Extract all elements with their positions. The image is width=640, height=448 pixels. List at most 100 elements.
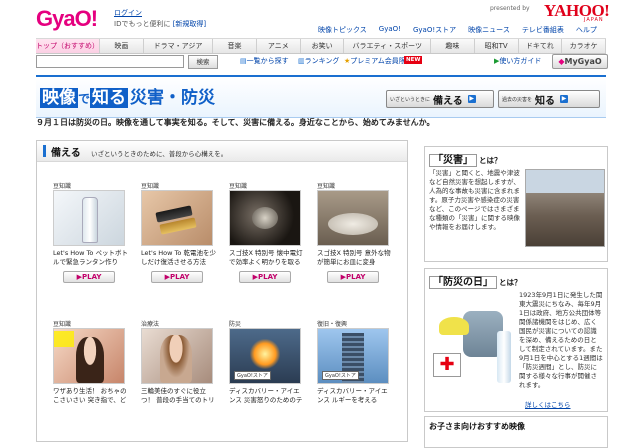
ranking-link[interactable]: ▥ランキング [298, 56, 339, 66]
ranking-icon: ▥ [298, 57, 305, 65]
list-icon: ▤ [240, 57, 247, 65]
card-title[interactable]: Let's How To 乾電池を少しだけ復活させる方法 [141, 249, 217, 267]
guide-label: 使い方ガイド [499, 57, 542, 65]
subheadline: ９月１日は防災の日。映像を通して事実を知る。そして、災害に備える。身近なことから… [36, 118, 435, 127]
play-button[interactable]: ▶PLAY [239, 271, 291, 283]
play-label: PLAY [169, 273, 190, 281]
play-button[interactable]: ▶PLAY [327, 271, 379, 283]
kids-video-title: お子さま向けおすすめ映像 [429, 422, 525, 431]
guide-link[interactable]: ▶使い方ガイド [494, 56, 541, 66]
header: GyaO! ログイン IDでもっと便利に [新規取得] presented by… [0, 0, 640, 36]
tab-variety[interactable]: バラエティ・スポーツ [344, 39, 431, 53]
video-card[interactable]: 治療法 三輪美佳のすぐに役立つ！ 普段の手当てのトリ必要はけがや改善方法 [141, 319, 217, 405]
tab-anime[interactable]: アニメ [257, 39, 301, 53]
search-button[interactable]: 検索 [188, 55, 218, 69]
disaster-day-title-main: 「防災の日」 [429, 276, 497, 289]
card-title[interactable]: ディスカバリー・アイエンス ルギーを考える [317, 387, 393, 405]
play-button[interactable]: ▶PLAY [151, 271, 203, 283]
tab-showa-tv[interactable]: 昭和TV [475, 39, 519, 53]
card-title[interactable]: ワザあり生活！ おちゃのこさいさい 突き指で、どこでも重宝 [53, 387, 129, 405]
card-thumbnail[interactable] [53, 328, 125, 384]
card-thumbnail[interactable] [229, 190, 301, 246]
person-shape [76, 337, 104, 383]
section-description: いざというときのために、普段から心構えを。 [91, 150, 228, 158]
tab-karaoke[interactable]: カラオケ [562, 39, 607, 53]
caption-overlay [54, 331, 74, 347]
disaster-info-title-suffix: とは？ [479, 156, 502, 165]
tagline: IDでもっと便利に [新規取得] [114, 19, 206, 29]
right-sidebar: 「災害」 とは？ 「災害」と聞くと、地震や津波など自然災害を想起しますが、人為的な… [424, 140, 608, 448]
login-link[interactable]: ログイン [114, 8, 142, 18]
register-link[interactable]: [新規取得] [173, 20, 206, 28]
mygyao-button[interactable]: ◆MyGyaO [552, 54, 608, 69]
category-nav: トップ（おすすめ） 映画 ドラマ・アジア 音楽 アニメ お笑い バラエティ・スポ… [36, 38, 607, 54]
banner-title-part-3: 知る [90, 88, 129, 108]
fire-shape [250, 339, 280, 369]
card-thumbnail[interactable] [141, 328, 213, 384]
prepare-button-small: いざというときに [390, 96, 431, 103]
gyao-logo[interactable]: GyaO! [36, 6, 98, 32]
premium-link[interactable]: ★プレミアム会員限定 [344, 56, 413, 66]
search-input[interactable] [36, 55, 184, 68]
video-card[interactable]: 豆知識 スゴ技X 特別号 意外な物が簡単にお皿に変身 ▶PLAY [317, 181, 393, 283]
disaster-day-box: 「防災の日」 とは？ ✚ 1923年9月1日に発生した関東大震災にちなみ、毎年9月… [424, 268, 608, 412]
video-card[interactable]: 豆知識 Let's How To ペットボトルで緊急ランタン作り ▶PLAY [53, 181, 129, 283]
play-button[interactable]: ▶PLAY [63, 271, 115, 283]
card-thumbnail[interactable] [53, 190, 125, 246]
tab-top[interactable]: トップ（おすすめ） [36, 39, 100, 53]
gyao-store-tag: GyaO!ストア [322, 371, 359, 380]
yahoo-japan-label: JAPAN [584, 17, 604, 23]
section-title: 備える [51, 148, 81, 159]
helmet-shape [439, 317, 469, 335]
list-search-label: 一覧から探す [246, 57, 289, 65]
play-label: PLAY [81, 273, 102, 281]
top-link-gyao[interactable]: GyaO! [379, 25, 401, 35]
tab-music[interactable]: 音楽 [213, 39, 257, 53]
plate-shape [328, 213, 378, 235]
tab-docu[interactable]: ドキてれ [519, 39, 563, 53]
card-category: 復旧・復興 [317, 321, 348, 328]
card-thumbnail[interactable]: GyaO!ストア [229, 328, 301, 384]
section-accent-bar [43, 145, 46, 157]
disaster-info-title: 「災害」 とは？ [425, 147, 607, 167]
top-link-store[interactable]: GyaO!ストア [413, 25, 456, 35]
video-card[interactable]: 豆知識 スゴ技X 特別号 懐中電灯で効率よく明かりを取る方法 ▶PLAY [229, 181, 305, 283]
banner-title: 映像で知る 災害・防災 [40, 83, 215, 108]
disaster-day-text: ✚ 1923年9月1日に発生した関東大震災にちなみ、毎年9月1日は政府、地方公共… [429, 291, 603, 405]
bottle-shape [82, 197, 98, 243]
tab-comedy[interactable]: お笑い [301, 39, 345, 53]
disaster-day-title: 「防災の日」 とは？ [425, 269, 607, 289]
tab-hobby[interactable]: 趣味 [431, 39, 475, 53]
details-link[interactable]: 詳しくはこちら [525, 399, 571, 409]
video-card[interactable]: 復旧・復興 GyaO!ストア ディスカバリー・アイエンス ルギーを考える [317, 319, 393, 405]
card-title[interactable]: スゴ技X 特別号 懐中電灯で効率よく明かりを取る方法 [229, 249, 305, 267]
top-link-news[interactable]: 映像ニュース [468, 25, 510, 35]
water-bottle-shape [497, 331, 511, 383]
learn-button-big: 知る [535, 95, 556, 107]
learn-button-small: 過去の災害を [502, 96, 533, 103]
video-card[interactable]: 防災 GyaO!ストア ディスカバリー・アイエンス 災害怒りのためのテクノロジー [229, 319, 305, 405]
video-card[interactable]: 豆知識 ワザあり生活！ おちゃのこさいさい 突き指で、どこでも重宝 [53, 319, 129, 405]
card-thumbnail[interactable]: GyaO!ストア [317, 328, 389, 384]
person-shape [160, 335, 192, 383]
learn-button[interactable]: 過去の災害を 知る ▶ [498, 90, 600, 108]
card-title[interactable]: 三輪美佳のすぐに役立つ！ 普段の手当てのトリ必要はけがや改善方法 [141, 387, 217, 405]
top-link-tv-guide[interactable]: テレビ番組表 [522, 25, 564, 35]
video-card[interactable]: 豆知識 Let's How To 乾電池を少しだけ復活させる方法 ▶PLAY [141, 181, 217, 283]
tab-movie[interactable]: 映画 [100, 39, 144, 53]
card-title[interactable]: スゴ技X 特別号 意外な物が簡単にお皿に変身 [317, 249, 393, 267]
tab-drama[interactable]: ドラマ・アジア [144, 39, 214, 53]
card-title[interactable]: ディスカバリー・アイエンス 災害怒りのためのテクノロジー [229, 387, 305, 405]
top-link-help[interactable]: ヘルプ [576, 25, 597, 35]
top-link-topics[interactable]: 映像トピックス [318, 25, 367, 35]
first-aid-icon: ✚ [433, 353, 461, 377]
card-thumbnail[interactable] [141, 190, 213, 246]
list-search-link[interactable]: ▤一覧から探す [240, 56, 289, 66]
card-category: 豆知識 [53, 321, 72, 328]
card-thumbnail[interactable] [317, 190, 389, 246]
card-category: 豆知識 [141, 183, 160, 190]
prepare-button[interactable]: いざというときに 備える ▶ [386, 90, 494, 108]
search-row: 検索 ▤一覧から探す ▥ランキング ★プレミアム会員限定 NEW ▶使い方ガイド… [36, 54, 608, 69]
disaster-day-title-suffix: とは？ [499, 278, 522, 287]
card-title[interactable]: Let's How To ペットボトルで緊急ランタン作り [53, 249, 129, 267]
